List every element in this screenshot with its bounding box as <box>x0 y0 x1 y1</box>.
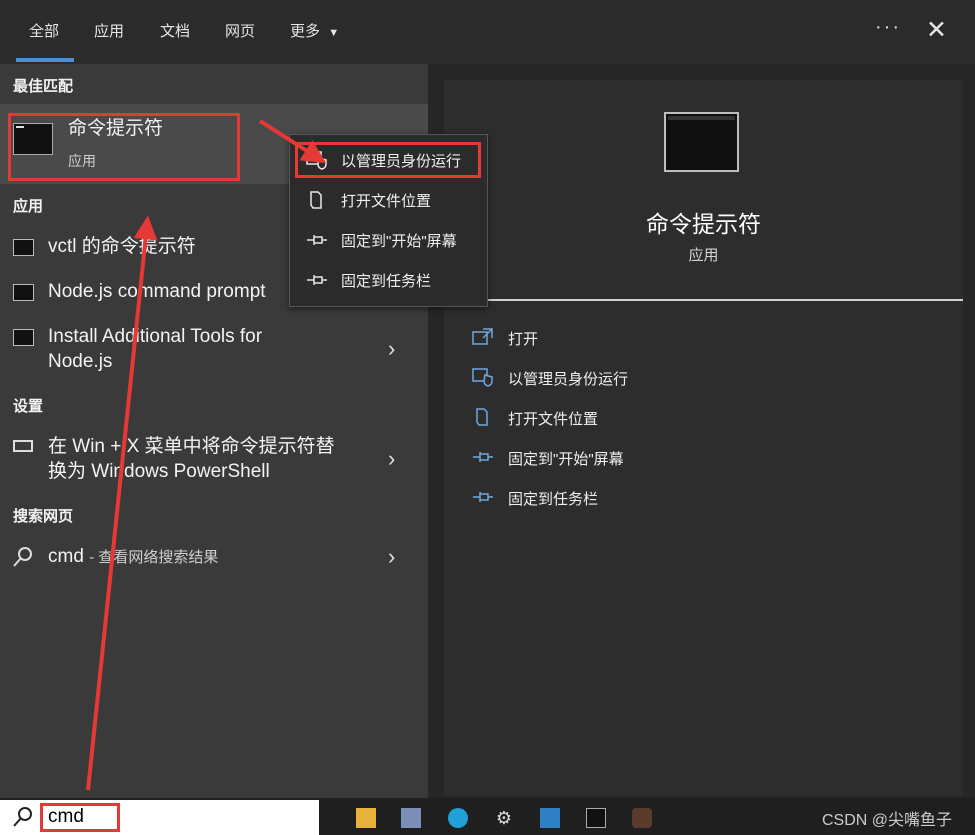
search-icon <box>12 546 34 573</box>
command-prompt-icon <box>13 239 34 256</box>
section-best-match: 最佳匹配 <box>13 78 74 95</box>
pin-icon <box>472 487 494 507</box>
web-query-text: cmd <box>48 546 84 567</box>
command-prompt-icon <box>664 112 739 172</box>
action-label: 固定到"开始"屏幕 <box>508 451 624 468</box>
chevron-right-icon[interactable]: › <box>388 544 395 570</box>
annotation-box <box>40 803 120 832</box>
tab-web[interactable]: 网页 <box>225 20 255 41</box>
action-label: 打开文件位置 <box>508 411 599 428</box>
app-result-label-line2: Node.js <box>48 351 113 372</box>
annotation-box <box>8 113 240 181</box>
app-result-label: vctl 的命令提示符 <box>48 236 196 257</box>
search-tabs-bar <box>0 0 975 64</box>
folder-icon <box>306 190 326 210</box>
active-tab-indicator <box>16 58 74 62</box>
open-icon <box>472 327 494 347</box>
action-run-as-admin[interactable]: 以管理员身份运行 <box>472 364 772 394</box>
ctx-label: 固定到"开始"屏幕 <box>341 233 457 250</box>
shield-icon <box>472 367 494 387</box>
action-pin-to-taskbar[interactable]: 固定到任务栏 <box>472 484 772 514</box>
watermark: CSDN @尖嘴鱼子 <box>822 812 953 829</box>
monitor-icon <box>13 440 33 452</box>
ctx-label: 固定到任务栏 <box>341 273 432 290</box>
pin-icon <box>472 447 494 467</box>
action-pin-to-start[interactable]: 固定到"开始"屏幕 <box>472 444 772 474</box>
tab-all[interactable]: 全部 <box>29 20 59 41</box>
preview-card <box>444 80 963 796</box>
command-prompt-icon <box>13 329 34 346</box>
folder-icon <box>472 407 494 427</box>
preview-subtitle: 应用 <box>688 247 719 264</box>
app-icon[interactable] <box>632 808 652 828</box>
chevron-right-icon[interactable]: › <box>388 336 395 362</box>
setting-result-line2: 换为 Windows PowerShell <box>48 461 270 482</box>
ctx-label: 打开文件位置 <box>341 193 432 210</box>
caret-down-icon: ▼ <box>328 27 340 39</box>
preview-title: 命令提示符 <box>646 211 761 237</box>
app-result-label-line1: Install Additional Tools for <box>48 326 263 347</box>
chevron-right-icon[interactable]: › <box>388 446 395 472</box>
pin-icon <box>306 270 327 290</box>
web-query: cmd - 查看网络搜索结果 <box>48 544 218 571</box>
app-icon[interactable] <box>540 808 560 828</box>
more-options-icon[interactable]: ··· <box>875 16 901 39</box>
action-label: 固定到任务栏 <box>508 491 599 508</box>
ctx-open-file-location[interactable]: 打开文件位置 <box>290 180 487 220</box>
action-open[interactable]: 打开 <box>472 324 772 354</box>
app-result-label: Node.js command prompt <box>48 281 266 302</box>
annotation-box <box>295 142 481 178</box>
file-explorer-icon[interactable] <box>356 808 376 828</box>
web-query-hint: - 查看网络搜索结果 <box>89 549 219 566</box>
action-open-file-location[interactable]: 打开文件位置 <box>472 404 772 434</box>
preview-divider <box>444 299 963 301</box>
search-icon <box>12 806 34 833</box>
tab-documents[interactable]: 文档 <box>160 20 190 41</box>
section-settings: 设置 <box>13 398 44 415</box>
close-icon[interactable]: ✕ <box>926 15 947 45</box>
ctx-pin-to-start[interactable]: 固定到"开始"屏幕 <box>290 220 487 260</box>
settings-gear-icon[interactable]: ⚙ <box>494 808 514 828</box>
action-label: 以管理员身份运行 <box>508 371 629 388</box>
pin-icon <box>306 230 327 250</box>
edge-icon[interactable] <box>448 808 468 828</box>
tab-more-label: 更多 <box>290 23 321 40</box>
control-panel-icon[interactable] <box>401 808 421 828</box>
section-web: 搜索网页 <box>13 508 74 525</box>
ctx-pin-to-taskbar[interactable]: 固定到任务栏 <box>290 260 487 300</box>
tab-apps[interactable]: 应用 <box>94 20 124 41</box>
action-label: 打开 <box>508 331 539 348</box>
tab-more[interactable]: 更多 ▼ <box>290 20 339 41</box>
section-apps: 应用 <box>13 198 44 215</box>
setting-result-line1: 在 Win + X 菜单中将命令提示符替 <box>48 436 335 457</box>
command-prompt-icon <box>13 284 34 301</box>
command-prompt-icon[interactable] <box>586 808 606 828</box>
